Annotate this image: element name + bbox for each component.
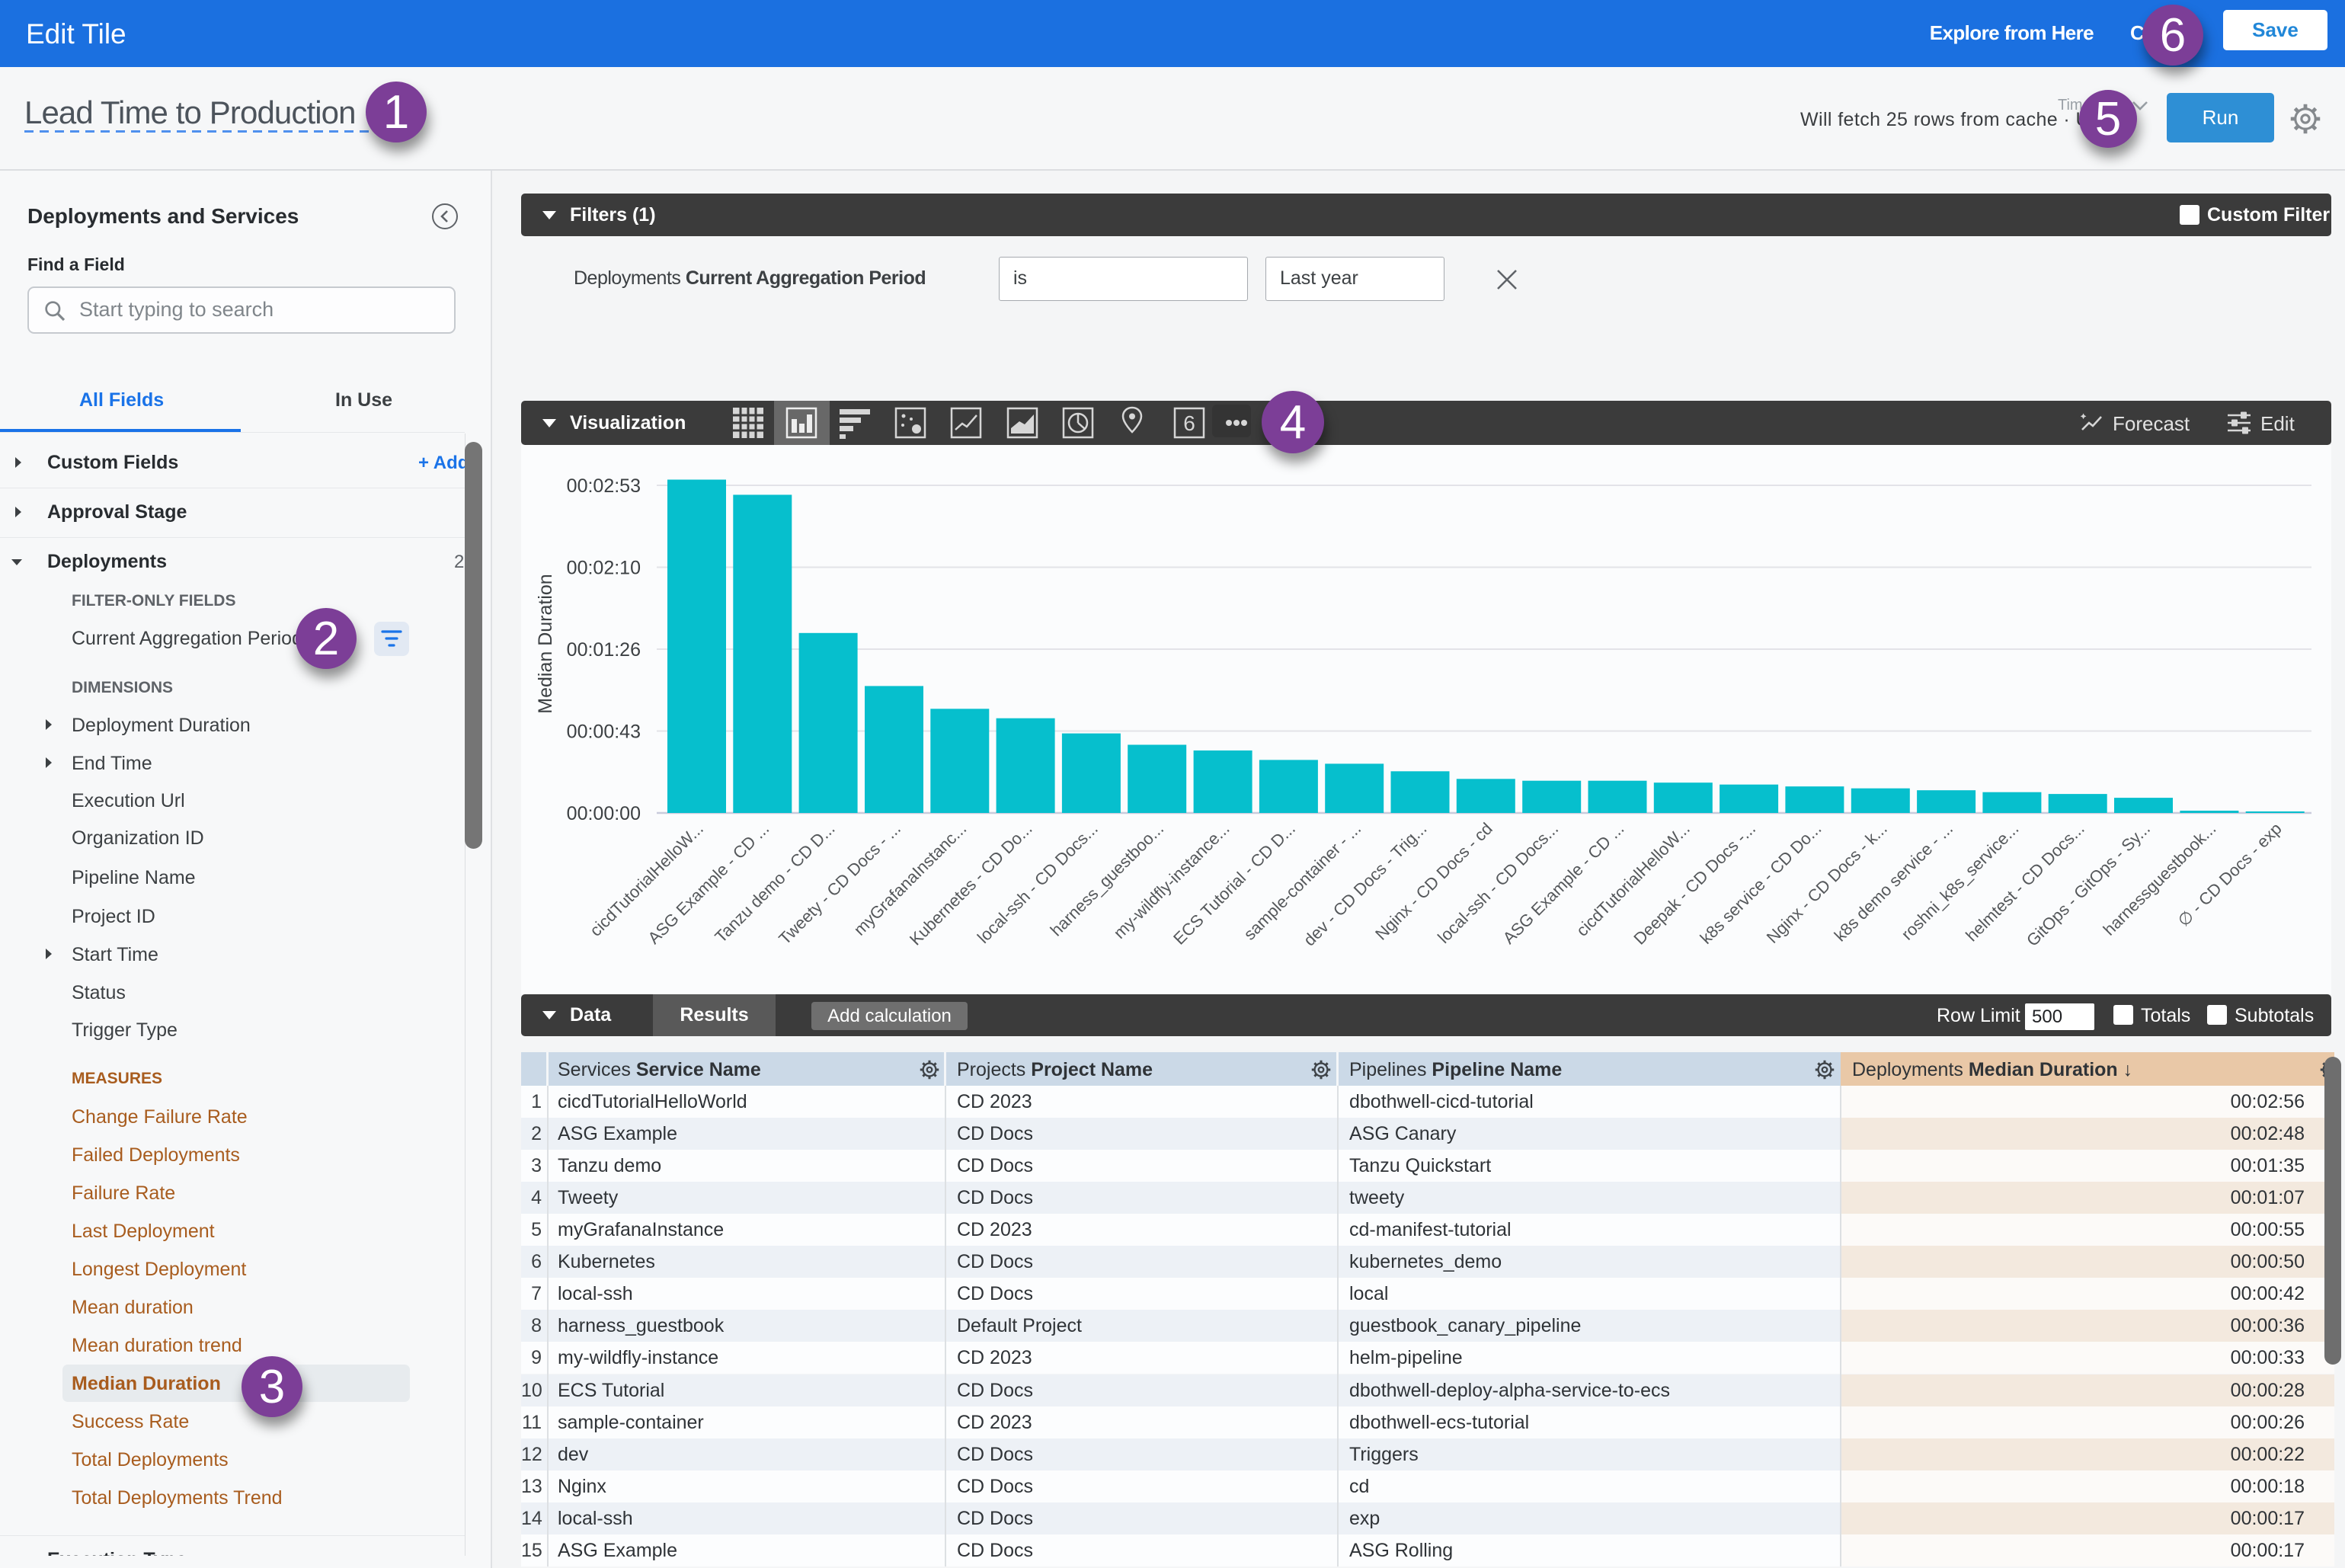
svg-text:sample-container - ...: sample-container - ... [1240,819,1364,944]
svg-text:ECS Tutorial - CD D...: ECS Tutorial - CD D... [1169,819,1299,949]
svg-text:ASG Example - CD ...: ASG Example - CD ... [1499,819,1628,948]
svg-text:harness_guestboo...: harness_guestboo... [1047,819,1168,940]
svg-text:local-ssh - CD Docs...: local-ssh - CD Docs... [974,819,1102,947]
svg-text:00:02:10: 00:02:10 [567,558,641,579]
svg-text:k8s demo service - ...: k8s demo service - ... [1831,819,1957,946]
svg-text:00:01:26: 00:01:26 [567,639,641,661]
svg-text:00:02:53: 00:02:53 [567,475,641,497]
svg-text:Tweety - CD Docs - ...: Tweety - CD Docs - ... [775,819,904,949]
svg-text:my-wildfly-instance...: my-wildfly-instance... [1110,819,1233,942]
svg-text:Nginx - CD Docs - k...: Nginx - CD Docs - k... [1763,819,1891,947]
svg-text:Kubernetes - CD Do...: Kubernetes - CD Do... [906,819,1036,949]
svg-text:Deepak - CD Docs -...: Deepak - CD Docs -... [1630,819,1759,949]
svg-text:k8s service - CD Do...: k8s service - CD Do... [1696,819,1825,948]
svg-text:Nginx - CD Docs - cd: Nginx - CD Docs - cd [1371,819,1496,944]
svg-text:cicdTutorialHelloW...: cicdTutorialHelloW... [586,819,707,940]
svg-text:local-ssh - CD Docs...: local-ssh - CD Docs... [1434,819,1562,947]
svg-text:Tanzu demo - CD D...: Tanzu demo - CD D... [711,819,838,946]
svg-text:GitOps - GitOps - Sy...: GitOps - GitOps - Sy... [2023,819,2154,950]
svg-text:6: 6 [1183,411,1195,435]
svg-text:00:00:43: 00:00:43 [567,722,641,743]
svg-text:ASG Example - CD ...: ASG Example - CD ... [644,819,773,948]
svg-text:00:00:00: 00:00:00 [567,803,641,824]
svg-text:roshni_k8s_service...: roshni_k8s_service... [1898,819,2023,944]
svg-text:harnessguestbook...: harnessguestbook... [2100,819,2220,939]
svg-text:cicdTutorialHelloW...: cicdTutorialHelloW... [1572,819,1694,940]
svg-text:dev - CD Docs - Trig...: dev - CD Docs - Trig... [1300,819,1431,950]
svg-text:Median Duration: Median Duration [535,574,556,713]
svg-text:myGrafanaInstanc...: myGrafanaInstanc... [850,819,971,939]
svg-text:helmtest - CD Docs...: helmtest - CD Docs... [1962,819,2087,945]
